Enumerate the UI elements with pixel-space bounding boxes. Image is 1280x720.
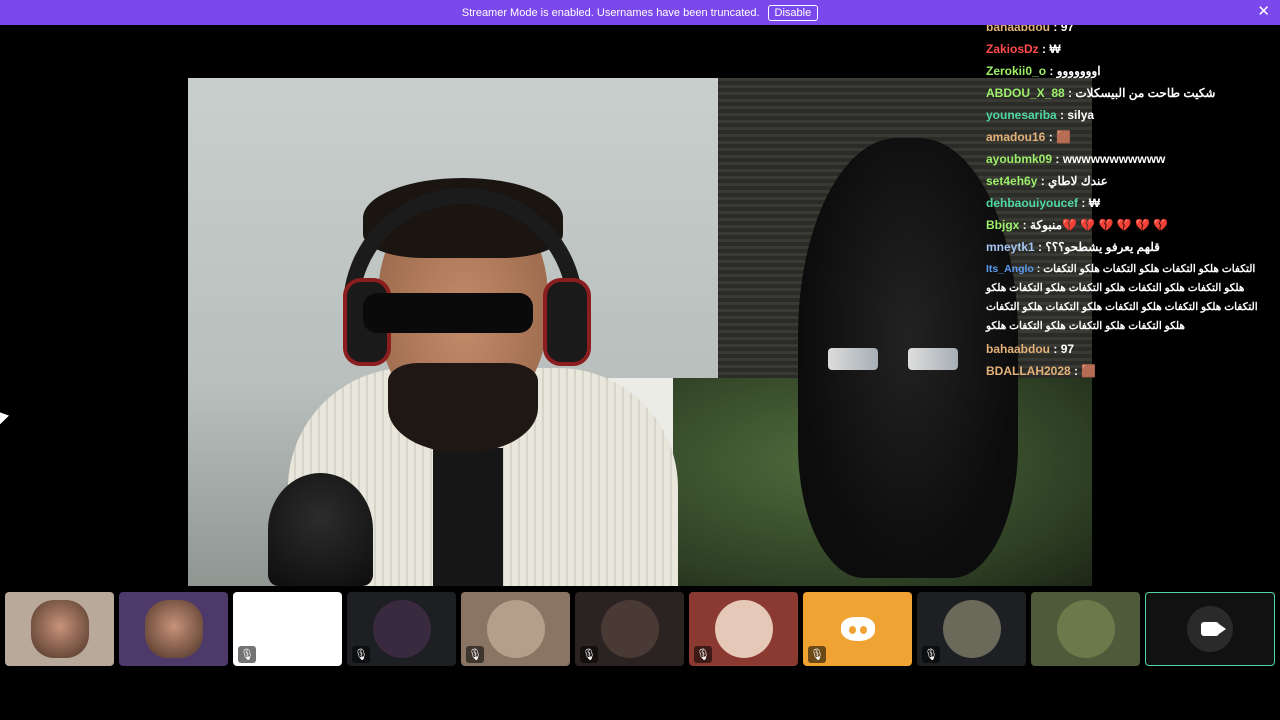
chat-text: ₩ bbox=[1049, 42, 1061, 56]
avatar bbox=[486, 600, 545, 658]
chat-message: set4eh6y : عندك لاطاي bbox=[982, 170, 1274, 192]
chat-username[interactable]: ayoubmk09 bbox=[986, 152, 1052, 166]
participant-video-thumbnail bbox=[144, 600, 203, 658]
streamer-mode-message: Streamer Mode is enabled. Usernames have… bbox=[461, 6, 760, 19]
participant-tile[interactable]: 🎙 bbox=[803, 592, 912, 666]
chat-text: 97 bbox=[1060, 342, 1075, 356]
muted-mic-icon: 🎙 bbox=[352, 646, 370, 663]
chat-username[interactable]: mneytk1 bbox=[986, 240, 1035, 254]
chat-username[interactable]: younesariba bbox=[986, 108, 1057, 122]
chat-username[interactable]: Bbjgx bbox=[986, 218, 1019, 232]
chat-text: wwwwwwwwwww bbox=[1062, 152, 1166, 166]
chat-username[interactable]: amadou16 bbox=[986, 130, 1045, 144]
muted-mic-icon: 🎙 bbox=[466, 646, 484, 663]
chat-username[interactable]: Its_Anglo bbox=[986, 263, 1034, 275]
chat-text: عندك لاطاي bbox=[1048, 174, 1108, 188]
chat-message: Its_Anglo : التكفات هلكو التكفات هلكو ال… bbox=[982, 258, 1274, 338]
muted-mic-icon: 🎙 bbox=[694, 646, 712, 663]
video-headset-ear-right bbox=[543, 278, 591, 366]
chat-message: ABDOU_X_88 : شكيت طاحت من البيسكلات bbox=[982, 82, 1274, 104]
muted-mic-icon: 🎙 bbox=[580, 646, 598, 663]
chat-username[interactable]: bahaabdou bbox=[986, 342, 1050, 356]
participant-tile[interactable] bbox=[1031, 592, 1140, 666]
chat-separator: : bbox=[1050, 342, 1061, 356]
camera-icon bbox=[1201, 622, 1226, 636]
chat-message: mneytk1 : قلهم يعرفو يشطحو؟؟؟ bbox=[982, 236, 1274, 258]
chat-text: شكيت طاحت من البيسكلات bbox=[1075, 86, 1216, 100]
chat-separator: : bbox=[1046, 64, 1057, 78]
chat-text: منبوكة💔 💔 💔 💔 💔 💔 bbox=[1030, 218, 1169, 232]
chat-overlay: mneytk1 : هههههbahaabdou : 97ZakiosDz : … bbox=[982, 0, 1274, 378]
participant-tile[interactable]: 🎙 bbox=[689, 592, 798, 666]
chat-text: 🟫 bbox=[1081, 364, 1097, 378]
participant-tile[interactable]: 🎙 bbox=[461, 592, 570, 666]
avatar bbox=[600, 600, 659, 658]
avatar bbox=[714, 600, 773, 658]
chat-separator: : bbox=[1037, 174, 1049, 188]
video-beard bbox=[388, 363, 538, 453]
chat-username[interactable]: Zerokii0_o bbox=[986, 64, 1046, 78]
chat-separator: : bbox=[1034, 240, 1046, 254]
chat-message: Zerokii0_o : اووووووو bbox=[982, 60, 1274, 82]
participant-tile[interactable]: 🎙 bbox=[347, 592, 456, 666]
chat-separator: : bbox=[1033, 263, 1044, 275]
participant-tile[interactable] bbox=[1145, 592, 1275, 666]
chat-text: silya bbox=[1067, 108, 1095, 122]
chat-username[interactable]: BDALLAH2028 bbox=[986, 364, 1071, 378]
disable-streamer-mode-button[interactable]: Disable bbox=[767, 4, 819, 21]
streamer-mode-banner: Streamer Mode is enabled. Usernames have… bbox=[0, 0, 1280, 25]
muted-mic-icon: 🎙 bbox=[922, 646, 940, 663]
participant-tile[interactable]: 🎙 bbox=[575, 592, 684, 666]
avatar bbox=[1056, 600, 1115, 658]
video-bike-light-left bbox=[828, 348, 878, 370]
chat-text: قلهم يعرفو يشطحو؟؟؟ bbox=[1045, 240, 1160, 254]
chat-message: ZakiosDz : ₩ bbox=[982, 38, 1274, 60]
muted-mic-icon: 🎙 bbox=[238, 646, 256, 663]
video-person-shirt bbox=[433, 448, 503, 586]
chat-username[interactable]: dehbaouiyoucef bbox=[986, 196, 1078, 210]
chat-text: اووووووو bbox=[1056, 64, 1101, 78]
chat-separator: : bbox=[1045, 130, 1057, 144]
chat-text: ₩ bbox=[1088, 196, 1101, 210]
chat-message: amadou16 : 🟫 bbox=[982, 126, 1274, 148]
avatar bbox=[372, 600, 431, 658]
camera-button[interactable] bbox=[1187, 606, 1233, 652]
chat-message: Bbjgx : منبوكة💔 💔 💔 💔 💔 💔 bbox=[982, 214, 1274, 236]
chat-message: ayoubmk09 : wwwwwwwwwww bbox=[982, 148, 1274, 170]
chat-username[interactable]: ZakiosDz bbox=[986, 42, 1039, 56]
muted-mic-icon: 🎙 bbox=[808, 646, 826, 663]
chat-separator: : bbox=[1064, 86, 1076, 100]
mouse-cursor-icon bbox=[0, 412, 9, 428]
chat-message: BDALLAH2028 : 🟫 bbox=[982, 360, 1274, 382]
participant-tile[interactable] bbox=[5, 592, 114, 666]
chat-message: bahaabdou : 97 bbox=[982, 338, 1274, 360]
participant-tile[interactable] bbox=[119, 592, 228, 666]
chat-message: younesariba : silya bbox=[982, 104, 1274, 126]
participant-video-thumbnail bbox=[30, 600, 89, 658]
chat-separator: : bbox=[1019, 218, 1031, 232]
participant-tile[interactable]: 🎙 bbox=[233, 592, 342, 666]
avatar bbox=[942, 600, 1001, 658]
chat-message: dehbaouiyoucef : ₩ bbox=[982, 192, 1274, 214]
video-sunglasses bbox=[363, 293, 533, 333]
close-icon[interactable]: ✕ bbox=[1257, 4, 1270, 20]
chat-separator: : bbox=[1038, 42, 1050, 56]
chat-separator: : bbox=[1070, 364, 1082, 378]
chat-text: 🟫 bbox=[1056, 130, 1071, 144]
chat-separator: : bbox=[1078, 196, 1089, 210]
discord-logo-icon bbox=[840, 617, 875, 641]
chat-separator: : bbox=[1052, 152, 1063, 166]
chat-username[interactable]: ABDOU_X_88 bbox=[986, 86, 1065, 100]
main-video-stream[interactable] bbox=[188, 78, 1092, 586]
chat-separator: : bbox=[1056, 108, 1068, 122]
chat-username[interactable]: set4eh6y bbox=[986, 174, 1037, 188]
participant-tile[interactable]: 🎙 bbox=[917, 592, 1026, 666]
participant-strip: 🎙 🎙 🎙 🎙 🎙 🎙 🎙 bbox=[0, 592, 1280, 666]
video-microphone bbox=[268, 473, 373, 586]
video-bike-light-right bbox=[908, 348, 958, 370]
